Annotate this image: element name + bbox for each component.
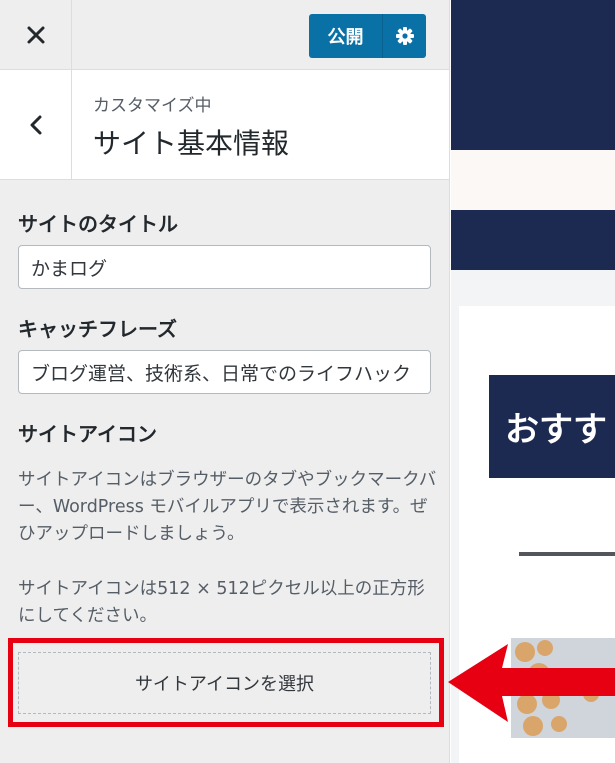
back-button[interactable] xyxy=(0,70,72,179)
section-header: カスタマイズ中 サイト基本情報 xyxy=(0,70,449,180)
section-title: サイト基本情報 xyxy=(93,127,290,160)
chevron-left-icon xyxy=(30,115,41,134)
close-button[interactable] xyxy=(0,0,72,69)
tagline-label: キャッチフレーズ xyxy=(18,317,177,341)
publish-settings-button[interactable] xyxy=(382,14,426,58)
tagline-input[interactable]: ブログ運営、技術系、日常でのライフハック xyxy=(18,350,431,394)
preview-heading: おすす xyxy=(489,375,615,478)
customizer-panel: 公開 カスタマイズ中 サイト基本情報 サイトのタイトル かまログ キャッチフレー… xyxy=(0,0,450,763)
site-title-label: サイトのタイトル xyxy=(18,212,178,236)
site-title-input[interactable]: かまログ xyxy=(18,245,431,289)
close-icon xyxy=(27,26,44,43)
preview-divider xyxy=(519,552,615,556)
customizing-label: カスタマイズ中 xyxy=(93,96,212,116)
customizer-topbar: 公開 xyxy=(0,0,449,70)
arrow-annotation xyxy=(448,644,615,722)
publish-group: 公開 xyxy=(309,14,426,58)
gear-icon xyxy=(395,27,414,45)
preview-nav xyxy=(451,210,615,270)
site-icon-size-note: サイトアイコンは512 × 512ピクセル以上の正方形にしてください。 xyxy=(18,579,425,626)
preview-band xyxy=(451,150,615,210)
site-icon-label: サイトアイコン xyxy=(18,422,157,446)
select-site-icon-button[interactable]: サイトアイコンを選択 xyxy=(18,652,431,714)
preview-header xyxy=(451,0,615,150)
site-icon-description: サイトアイコンはブラウザーのタブやブックマークバー、WordPress モバイル… xyxy=(18,470,437,544)
publish-button[interactable]: 公開 xyxy=(309,14,382,58)
